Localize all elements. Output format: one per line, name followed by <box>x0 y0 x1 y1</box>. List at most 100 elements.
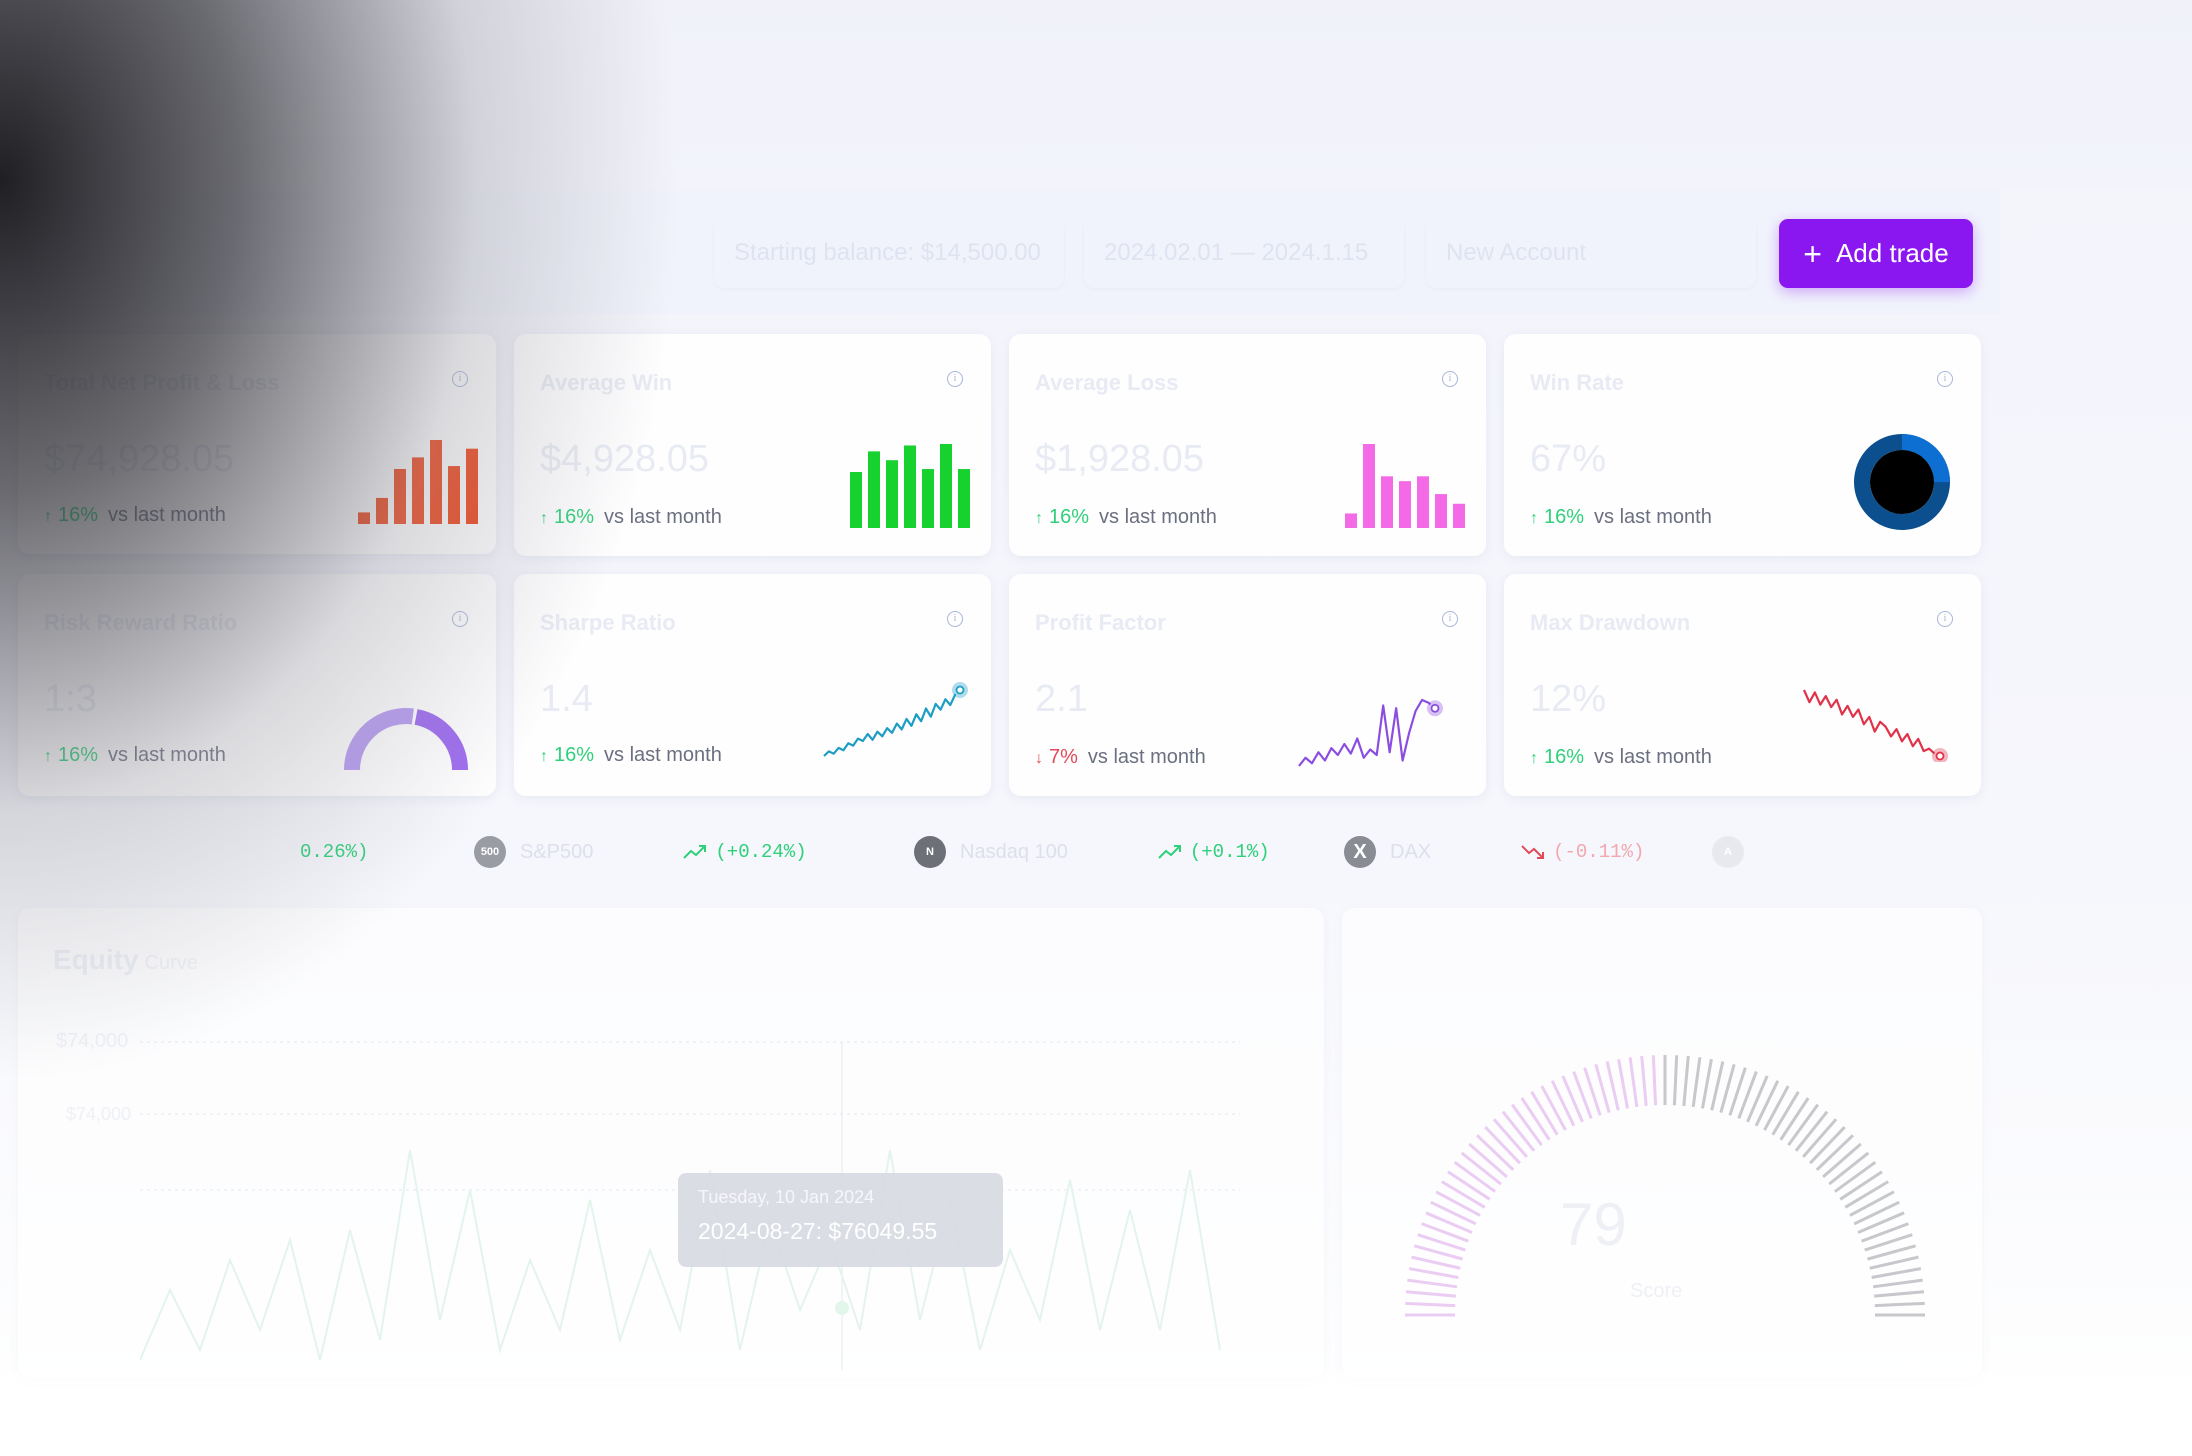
card-value: $1,928.05 <box>1035 438 1205 480</box>
sparkline <box>1802 689 1941 758</box>
gauge-tick <box>1701 1058 1713 1109</box>
arrow-down-icon: ↓ <box>1035 750 1043 767</box>
ticker-item[interactable]: 0.26%) <box>300 830 368 874</box>
score-label: Score <box>1630 1280 1683 1302</box>
gauge-tick <box>1874 1301 1925 1308</box>
bar <box>1381 476 1393 528</box>
gauge-tick <box>1651 1055 1658 1106</box>
gauge-tick <box>1561 1075 1584 1123</box>
ticker-delta: (-0.11%) <box>1553 841 1645 863</box>
bar <box>958 469 970 528</box>
ticker-item[interactable]: A <box>1712 830 1758 874</box>
card-value: $74,928.05 <box>44 438 235 480</box>
bar <box>886 460 898 528</box>
y-axis-tick: $74,000 <box>56 1030 129 1052</box>
mini-bar-chart <box>358 440 478 524</box>
gauge-tick <box>1828 1151 1870 1186</box>
account-selector[interactable]: New Account <box>1426 218 1756 288</box>
bar <box>940 444 952 528</box>
gauge-tick <box>1405 1290 1456 1298</box>
metric-card-average-win: Average Win i $4,928.05 ↑ 16% vs last mont… <box>514 334 991 556</box>
add-trade-button[interactable]: + Add trade <box>1779 219 1973 288</box>
equity-title: Equity Curve <box>53 944 198 976</box>
change-percent: 7% <box>1049 746 1078 768</box>
bar <box>448 466 460 524</box>
card-title: Total Net Profit & Loss <box>44 370 280 395</box>
nasdaq-logo-icon: N <box>914 836 946 868</box>
info-icon[interactable]: i <box>947 371 963 387</box>
arrow-up-icon: ↑ <box>540 748 548 765</box>
metric-card-total-pnl: Total Net Profit & Loss i $74,928.05 ↑ 16… <box>18 334 496 554</box>
gauge-tick <box>1779 1097 1810 1141</box>
bar <box>430 440 442 524</box>
metric-card-sharpe: Sharpe Ratio i 1.4 ↑ 16% vs last month <box>514 574 991 796</box>
info-icon[interactable]: i <box>452 371 468 387</box>
ticker-name: S&P500 <box>520 840 594 863</box>
bar <box>868 451 880 528</box>
bottom-fade <box>0 1370 2192 1456</box>
gauge-tick <box>1771 1091 1800 1136</box>
equity-title-text: Equity <box>53 944 139 975</box>
gauge-tick <box>1520 1097 1551 1141</box>
change-suffix: vs last month <box>604 744 722 766</box>
change-percent: 16% <box>1544 746 1585 768</box>
arrow-up-icon: ↑ <box>1530 750 1538 767</box>
donut-chart <box>1854 434 1950 530</box>
ticker-item-nasdaq[interactable]: N Nasdaq 100 (+0.1%) <box>914 830 1270 874</box>
change-suffix: vs last month <box>108 504 226 526</box>
card-change: ↑ 16% vs last month <box>540 506 722 529</box>
card-title: Win Rate <box>1530 370 1624 395</box>
info-icon[interactable]: i <box>947 611 963 627</box>
info-icon[interactable]: i <box>1442 371 1458 387</box>
gauge-tick <box>1540 1085 1567 1131</box>
gauge-tick <box>1435 1190 1481 1217</box>
info-icon[interactable]: i <box>1937 611 1953 627</box>
arrow-up-icon: ↑ <box>44 748 52 765</box>
date-range-picker[interactable]: 2024.02.01 — 2024.1.15 <box>1084 218 1404 288</box>
score-value: 79 <box>1560 1191 1627 1258</box>
donut-hole <box>1870 450 1934 514</box>
info-icon[interactable]: i <box>452 611 468 627</box>
starting-balance-pill[interactable]: Starting balance: $14,500.00 <box>714 218 1064 288</box>
card-value: $4,928.05 <box>540 438 710 480</box>
bar <box>1399 481 1411 528</box>
gauge-tick <box>1763 1085 1790 1131</box>
metric-card-average-loss: Average Loss i $1,928.05 ↑ 16% vs last mon… <box>1009 334 1486 556</box>
trend-up-icon <box>1158 845 1181 859</box>
y-axis-tick: $74,000 <box>66 1104 132 1124</box>
bar <box>376 497 388 524</box>
gauge-tick <box>1787 1103 1820 1146</box>
bar <box>922 469 934 528</box>
add-trade-label: Add trade <box>1835 238 1949 268</box>
change-percent: 16% <box>1544 506 1585 528</box>
sparkline-endpoint-core <box>955 685 965 695</box>
gauge-tick <box>1550 1080 1576 1127</box>
sparkline <box>823 689 961 757</box>
card-title: Profit Factor <box>1035 610 1166 635</box>
arrow-up-icon: ↑ <box>1035 510 1043 527</box>
gauge-tick <box>1872 1278 1923 1289</box>
gauge-tick <box>1710 1061 1725 1111</box>
change-suffix: vs last month <box>108 744 226 766</box>
change-suffix: vs last month <box>1099 506 1217 528</box>
chart-tooltip: Tuesday, 10 Jan 2024 2024-08-27: $76049.… <box>678 1173 1003 1267</box>
change-suffix: vs last month <box>1087 746 1206 768</box>
info-icon[interactable]: i <box>1442 611 1458 627</box>
trend-up-icon <box>683 845 707 859</box>
ticker-name: DAX <box>1390 840 1432 863</box>
gauge-tick <box>1640 1055 1648 1106</box>
bar <box>850 472 862 528</box>
card-value: 12% <box>1530 678 1607 720</box>
change-percent: 16% <box>554 744 595 766</box>
ticker-item-sp500[interactable]: 500 S&P500 (+0.24%) <box>474 830 807 874</box>
card-value: 1.4 <box>540 678 593 720</box>
tooltip-date: Tuesday, 10 Jan 2024 <box>698 1187 875 1207</box>
gauge-tick <box>1672 1055 1679 1106</box>
info-icon[interactable]: i <box>1937 371 1953 387</box>
gauge-tick <box>1844 1180 1889 1209</box>
card-title: Max Drawdown <box>1530 610 1691 635</box>
gauge-tick <box>1605 1061 1620 1111</box>
card-change: ↑ 16% vs last month <box>1530 746 1712 769</box>
card-change: ↑ 16% vs last month <box>540 744 722 767</box>
ticker-item-dax[interactable]: X DAX (-0.11%) <box>1344 830 1644 874</box>
